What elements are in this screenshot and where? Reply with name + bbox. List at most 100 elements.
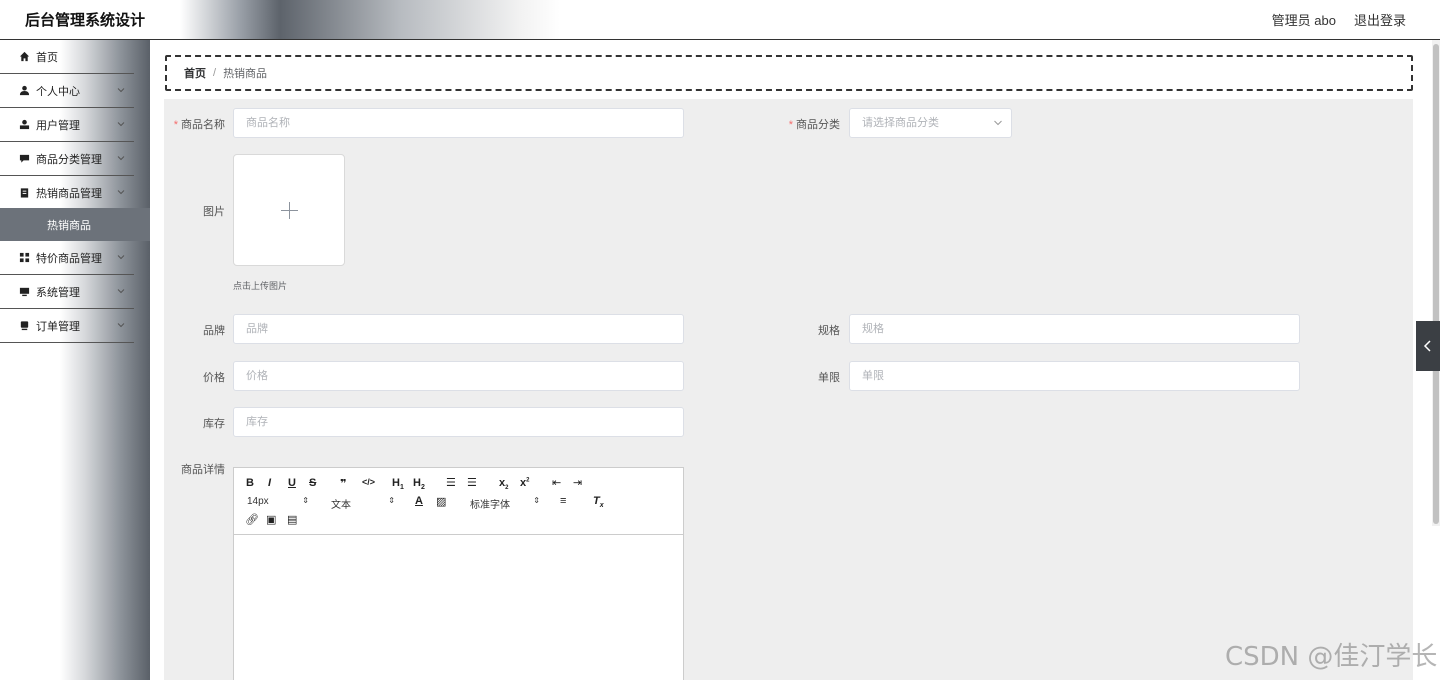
goods-name-input[interactable]: 商品名称 (233, 108, 684, 138)
plus-icon (289, 202, 290, 219)
sidebar-item-label: 系统管理 (36, 286, 80, 299)
sidebar-item-label: 订单管理 (36, 320, 80, 333)
category-select-placeholder: 请选择商品分类 (862, 117, 939, 129)
indent-icon[interactable]: ⇥ (573, 476, 582, 489)
sidebar: 首页 个人中心 用户管理 商品分类管理 热销商品管理 热销商品 特价商品管理 系… (0, 40, 150, 680)
limit-label: 单限 (818, 372, 840, 384)
text-style-select[interactable]: 文本 ⇕ (331, 496, 395, 511)
grid-icon (18, 252, 30, 264)
category-label: * 商品分类 (788, 119, 840, 131)
font-size-select[interactable]: 14px ⇕ (247, 496, 309, 507)
image-upload[interactable] (233, 154, 345, 266)
font-family-select[interactable]: 标准字体 ⇕ (470, 496, 540, 511)
breadcrumb-current: 热销商品 (223, 68, 268, 80)
chevron-left-icon (1423, 340, 1431, 352)
price-label: 价格 (203, 372, 225, 384)
breadcrumb-separator: / (213, 67, 217, 79)
user-icon (18, 85, 30, 97)
font-color-icon[interactable]: A (415, 495, 423, 507)
chevron-down-icon (994, 120, 1002, 126)
editor-toolbar: B I U S ❞ </> H1 H2 ☰ ☰ x2 x2 ⇤ ⇥ 14px ⇕ … (234, 468, 683, 535)
brand-input[interactable]: 品牌 (233, 314, 684, 344)
breadcrumb-home[interactable]: 首页 (184, 65, 206, 81)
outdent-icon[interactable]: ⇤ (552, 476, 561, 489)
bullet-list-icon[interactable]: ☰ (467, 476, 477, 489)
sidebar-subitem-hot-goods[interactable]: 热销商品 (0, 208, 150, 241)
stock-label: 库存 (203, 418, 225, 430)
underline-icon[interactable]: U (288, 477, 296, 489)
breadcrumb: 首页 / 热销商品 (165, 55, 1413, 91)
text-style-value: 文本 (331, 500, 351, 511)
superscript-icon[interactable]: x2 (520, 477, 529, 489)
logout-link[interactable]: 退出登录 (1354, 10, 1406, 29)
ordered-list-icon[interactable]: ☰ (446, 476, 456, 489)
sidebar-item-label: 用户管理 (36, 119, 80, 132)
sidebar-item-profile[interactable]: 个人中心 (0, 74, 134, 108)
sidebar-item-special-goods[interactable]: 特价商品管理 (0, 241, 134, 275)
italic-icon[interactable]: I (268, 477, 271, 489)
bold-icon[interactable]: B (246, 477, 254, 489)
sidebar-item-home[interactable]: 首页 (0, 40, 134, 74)
chevron-down-icon (117, 156, 125, 161)
select-arrows-icon: ⇕ (388, 496, 395, 505)
sidebar-item-system[interactable]: 系统管理 (0, 275, 134, 309)
sidebar-item-hot-goods[interactable]: 热销商品管理 (0, 176, 134, 210)
font-size-value: 14px (247, 496, 269, 507)
quote-icon[interactable]: ❞ (340, 477, 346, 490)
subscript-icon[interactable]: x2 (499, 477, 508, 491)
brand-label: 品牌 (203, 325, 225, 337)
chevron-down-icon (117, 190, 125, 195)
required-mark: * (788, 119, 793, 131)
background-color-icon[interactable]: ▨ (436, 495, 446, 508)
h1-icon[interactable]: H1 (392, 477, 404, 491)
price-input[interactable]: 价格 (233, 361, 684, 391)
goods-form: * 商品名称 商品名称 * 商品分类 请选择商品分类 图片 点击上传图片 品牌 品牌… (164, 99, 1413, 680)
limit-input[interactable]: 单限 (849, 361, 1300, 391)
code-icon[interactable]: </> (362, 477, 375, 487)
sidebar-item-label: 个人中心 (36, 85, 80, 98)
h2-icon[interactable]: H2 (413, 477, 425, 491)
panel-toggle-button[interactable] (1416, 321, 1440, 371)
comment-icon (18, 153, 30, 165)
clipboard-icon (18, 187, 30, 199)
chevron-down-icon (117, 255, 125, 260)
image-icon[interactable]: ▣ (266, 513, 276, 526)
user-area: 管理员 abo 退出登录 (1272, 10, 1406, 29)
chevron-down-icon (117, 88, 125, 93)
video-icon[interactable]: ▤ (287, 513, 297, 526)
sidebar-item-label: 热销商品管理 (36, 187, 102, 200)
user-manage-icon (18, 119, 30, 131)
main-content: 首页 / 热销商品 * 商品名称 商品名称 * 商品分类 请选择商品分类 图片 点击… (150, 40, 1440, 680)
scrollbar-thumb[interactable] (1433, 44, 1439, 524)
select-arrows-icon: ⇕ (302, 496, 309, 505)
spec-label: 规格 (818, 325, 840, 337)
image-label: 图片 (203, 206, 225, 218)
sidebar-item-label: 特价商品管理 (36, 252, 102, 265)
link-icon[interactable]: 🔗︎ (245, 513, 259, 526)
select-arrows-icon: ⇕ (533, 496, 540, 505)
clear-format-icon[interactable]: Tx (593, 495, 604, 509)
watermark: CSDN @佳汀学长 (1225, 642, 1438, 672)
order-icon (18, 320, 30, 332)
rich-text-editor: B I U S ❞ </> H1 H2 ☰ ☰ x2 x2 ⇤ ⇥ 14px ⇕ … (233, 467, 684, 680)
spec-input[interactable]: 规格 (849, 314, 1300, 344)
top-header: 后台管理系统设计 管理员 abo 退出登录 (0, 0, 1440, 40)
chevron-down-icon (117, 289, 125, 294)
sidebar-item-label: 商品分类管理 (36, 153, 102, 166)
category-select[interactable]: 请选择商品分类 (849, 108, 1012, 138)
name-label: * 商品名称 (173, 119, 225, 131)
monitor-icon (18, 286, 30, 298)
strike-icon[interactable]: S (309, 477, 316, 489)
upload-tip: 点击上传图片 (233, 281, 288, 291)
align-icon[interactable]: ≡ (560, 495, 566, 507)
font-family-value: 标准字体 (470, 500, 510, 511)
sidebar-item-category[interactable]: 商品分类管理 (0, 142, 134, 176)
detail-label: 商品详情 (181, 464, 225, 476)
editor-content-area[interactable] (234, 536, 683, 680)
sidebar-item-users[interactable]: 用户管理 (0, 108, 134, 142)
home-icon (18, 51, 30, 63)
sidebar-item-orders[interactable]: 订单管理 (0, 309, 134, 343)
app-title: 后台管理系统设计 (25, 12, 146, 29)
chevron-down-icon (117, 323, 125, 328)
stock-input[interactable]: 库存 (233, 407, 684, 437)
